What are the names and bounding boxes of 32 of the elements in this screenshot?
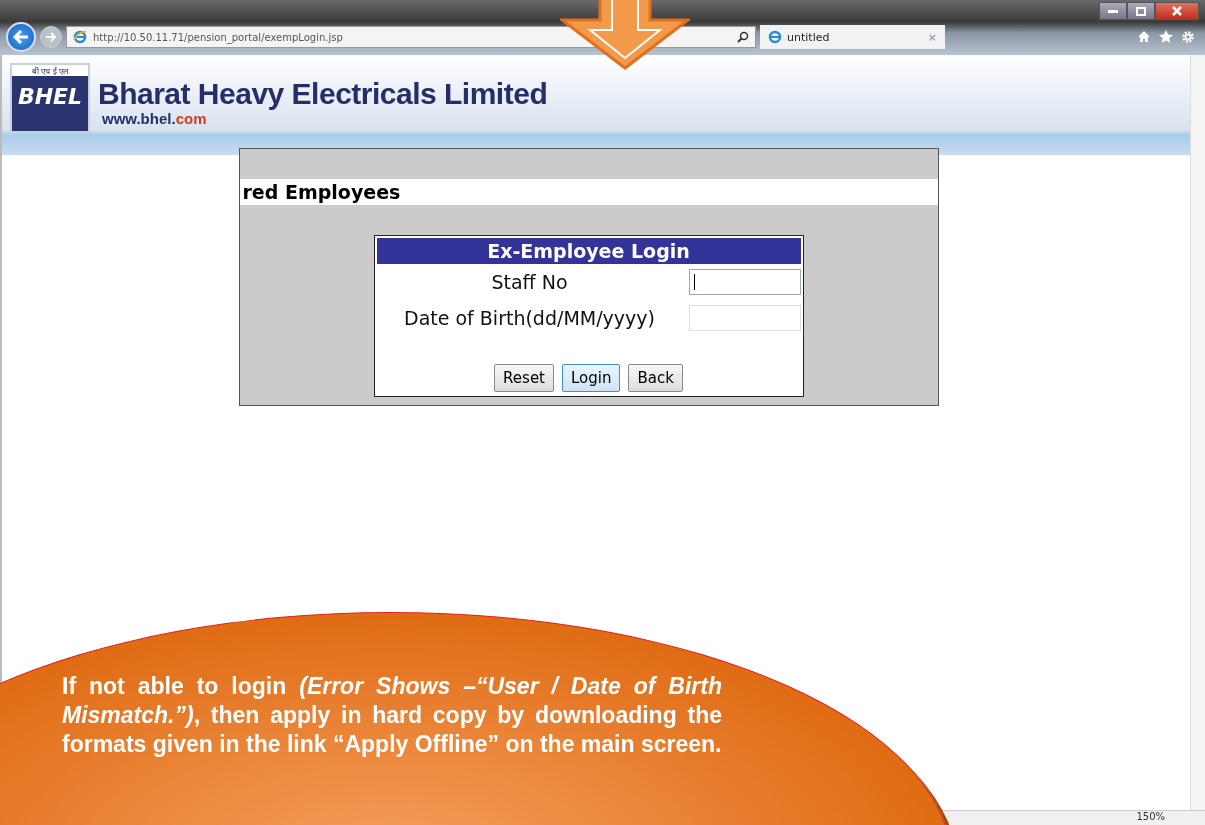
browser-icon [73,30,87,44]
close-button[interactable] [1155,2,1199,20]
search-icon[interactable] [737,31,749,43]
form-button[interactable]: Back [628,364,683,392]
forward-arrow-icon [45,32,57,42]
panel-heading: red Employees [242,181,401,203]
input-field[interactable] [688,269,801,295]
maximize-icon [1136,6,1146,16]
home-icon[interactable] [1137,30,1151,43]
form-button[interactable]: Login [562,364,621,392]
maximize-button[interactable] [1127,2,1155,20]
close-icon [1172,6,1182,16]
logo: बी एच ई एल BHEL [10,63,90,133]
minimize-button[interactable] [1099,2,1127,20]
tab-title: untitled [787,30,831,44]
back-button[interactable] [6,22,36,52]
field-label: Staff No [490,271,569,293]
forward-button[interactable] [40,26,62,48]
scrollbar[interactable] [1190,55,1205,810]
back-arrow-icon [13,30,29,44]
star-icon[interactable] [1159,30,1173,43]
field-label: Date of Birth(dd/MM/yyyy) [403,307,656,329]
form-title: Ex-Employee Login [376,238,801,264]
callout-text: If not able to login (Error Shows –“User / Date of Birth Mismatch.”), then apply in hard copy by downloading the formats given in the link “Apply Offline” on the main screen. [62,672,722,759]
site-link[interactable]: www.bhel.com [102,111,548,126]
browser-tab[interactable]: untitled × [760,25,945,49]
browser-icon [768,30,782,44]
zoom-level[interactable]: 150% [1136,811,1165,825]
settings-icon[interactable] [1181,30,1195,44]
minimize-icon [1108,9,1118,13]
company-name: Bharat Heavy Electricals Limited [98,77,548,111]
form-button[interactable]: Reset [494,364,554,392]
